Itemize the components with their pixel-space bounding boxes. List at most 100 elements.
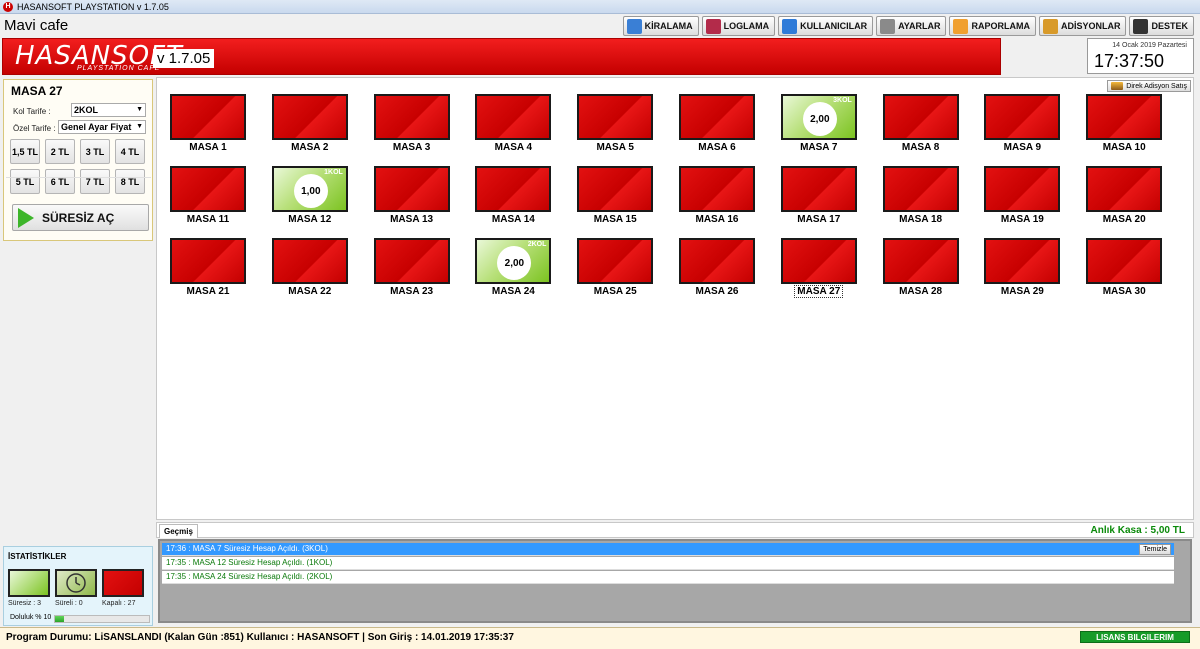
- toolbar-button-6[interactable]: DESTEK: [1129, 16, 1194, 36]
- table-tile[interactable]: [679, 166, 755, 212]
- toolbar-button-3[interactable]: AYARLAR: [876, 16, 947, 36]
- clear-history-button[interactable]: Temizle: [1139, 544, 1171, 555]
- table-tile[interactable]: [984, 238, 1061, 284]
- table-tile[interactable]: [170, 166, 246, 212]
- toolbar-button-4[interactable]: RAPORLAMA: [949, 16, 1036, 36]
- suresiz-ac-button[interactable]: SÜRESİZ AÇ: [12, 204, 149, 231]
- table-tile[interactable]: [780, 238, 857, 284]
- toolbar-button-2[interactable]: KULLANICILAR: [778, 16, 874, 36]
- toolbar-button-1[interactable]: LOGLAMA: [701, 16, 776, 36]
- occupancy-bar-fill: [55, 616, 65, 622]
- table-tile[interactable]: [170, 94, 246, 140]
- table-label[interactable]: MASA 10: [1074, 142, 1174, 153]
- table-tile[interactable]: [577, 94, 654, 140]
- table-tile[interactable]: [1086, 94, 1163, 140]
- table-label[interactable]: MASA 4: [463, 142, 563, 153]
- table-label[interactable]: MASA 23: [362, 286, 462, 297]
- table-label[interactable]: MASA 21: [158, 286, 258, 297]
- table-tile[interactable]: [475, 166, 552, 212]
- table-label[interactable]: MASA 9: [972, 142, 1072, 153]
- table-label[interactable]: MASA 2: [260, 142, 360, 153]
- kol-tarife-select[interactable]: 2KOL ▼: [71, 103, 146, 117]
- table-amount: 2,00: [497, 246, 532, 280]
- table-label[interactable]: MASA 16: [667, 214, 767, 225]
- table-label[interactable]: MASA 1: [158, 142, 258, 153]
- table-tile[interactable]: [679, 238, 755, 284]
- table-label[interactable]: MASA 8: [871, 142, 971, 153]
- status-bar: Program Durumu: LiSANSLANDI (Kalan Gün :…: [0, 627, 1200, 649]
- direk-adisyon-button[interactable]: Direk Adisyon Satış: [1107, 80, 1191, 92]
- table-tile[interactable]: 2KOL 2,00: [475, 238, 552, 284]
- table-tile[interactable]: [1086, 166, 1163, 212]
- table-tile[interactable]: [882, 166, 959, 212]
- occupancy-label: Doluluk % 10: [10, 614, 52, 621]
- table-label[interactable]: MASA 18: [871, 214, 971, 225]
- price-button[interactable]: 8 TL: [115, 169, 145, 194]
- chevron-down-icon: ▼: [136, 123, 143, 130]
- table-tile[interactable]: [984, 94, 1061, 140]
- table-label[interactable]: MASA 25: [565, 286, 665, 297]
- table-tile[interactable]: [577, 238, 654, 284]
- logo-subtitle: PLAYSTATION CAFE: [77, 65, 161, 72]
- table-label[interactable]: MASA 29: [972, 286, 1072, 297]
- history-row[interactable]: 17:36 : MASA 7 Süresiz Hesap Açıldı. (3K…: [162, 543, 1174, 556]
- table-label[interactable]: MASA 14: [463, 214, 563, 225]
- cash-total: Anlık Kasa : 5,00 TL: [1090, 525, 1185, 536]
- price-button[interactable]: 7 TL: [80, 169, 110, 194]
- clock-date: 14 Ocak 2019 Pazartesi: [1112, 42, 1187, 49]
- kapali-count: Kapalı : 27: [102, 600, 136, 607]
- table-label[interactable]: MASA 5: [565, 142, 665, 153]
- table-tile[interactable]: [373, 238, 450, 284]
- table-name: MASA 26: [695, 286, 739, 297]
- table-tile[interactable]: [577, 166, 654, 212]
- ozel-tarife-select[interactable]: Genel Ayar Fiyat ▼: [58, 120, 146, 134]
- price-button[interactable]: 3 TL: [80, 139, 110, 164]
- pie-chart-icon: [953, 18, 969, 34]
- table-label[interactable]: MASA 30: [1074, 286, 1174, 297]
- table-label[interactable]: MASA 12: [260, 214, 360, 225]
- toolbar-button-5[interactable]: ADİSYONLAR: [1038, 16, 1127, 36]
- table-tile[interactable]: [170, 238, 246, 284]
- history-row[interactable]: 17:35 : MASA 24 Süresiz Hesap Açıldı. (2…: [162, 571, 1174, 584]
- direk-adisyon-label: Direk Adisyon Satış: [1126, 82, 1187, 90]
- toolbar-button-0[interactable]: KİRALAMA: [622, 16, 699, 36]
- table-label[interactable]: MASA 20: [1074, 214, 1174, 225]
- table-label[interactable]: MASA 6: [667, 142, 767, 153]
- table-label[interactable]: MASA 28: [871, 286, 971, 297]
- table-tile[interactable]: [780, 166, 857, 212]
- table-label[interactable]: MASA 13: [362, 214, 462, 225]
- table-label[interactable]: MASA 17: [769, 214, 869, 225]
- table-label[interactable]: MASA 22: [260, 286, 360, 297]
- table-label[interactable]: MASA 19: [972, 214, 1072, 225]
- price-button[interactable]: 5 TL: [10, 169, 40, 194]
- table-label[interactable]: MASA 26: [667, 286, 767, 297]
- history-row[interactable]: 17:35 : MASA 12 Süresiz Hesap Açıldı. (1…: [162, 557, 1174, 570]
- table-label[interactable]: MASA 3: [362, 142, 462, 153]
- table-tile[interactable]: [475, 94, 552, 140]
- price-button[interactable]: 1,5 TL: [10, 139, 40, 164]
- table-tile[interactable]: [271, 238, 348, 284]
- table-label[interactable]: MASA 24: [463, 286, 563, 297]
- table-label[interactable]: MASA 11: [158, 214, 258, 225]
- table-name: MASA 3: [392, 142, 431, 153]
- table-tile[interactable]: [373, 166, 450, 212]
- table-tile[interactable]: [1086, 238, 1163, 284]
- price-button[interactable]: 6 TL: [45, 169, 75, 194]
- table-name: MASA 7: [800, 142, 838, 153]
- table-tile[interactable]: [984, 166, 1061, 212]
- license-info-button[interactable]: LISANS BILGILERIM: [1080, 631, 1190, 643]
- table-tile[interactable]: [882, 94, 959, 140]
- tab-history[interactable]: Geçmiş: [159, 524, 198, 538]
- table-tile[interactable]: 1KOL 1,00: [271, 166, 348, 212]
- table-tile[interactable]: [373, 94, 450, 140]
- top-toolbar: KİRALAMA LOGLAMA KULLANICILAR AYARLAR RAPORL…: [622, 16, 1194, 36]
- price-button[interactable]: 4 TL: [115, 139, 145, 164]
- price-button[interactable]: 2 TL: [45, 139, 75, 164]
- table-label[interactable]: MASA 27: [769, 285, 869, 298]
- table-tile[interactable]: 3KOL 2,00: [780, 94, 857, 140]
- table-tile[interactable]: [882, 238, 959, 284]
- table-label[interactable]: MASA 7: [769, 142, 869, 153]
- table-label[interactable]: MASA 15: [565, 214, 665, 225]
- table-tile[interactable]: [271, 94, 348, 140]
- table-tile[interactable]: [679, 94, 755, 140]
